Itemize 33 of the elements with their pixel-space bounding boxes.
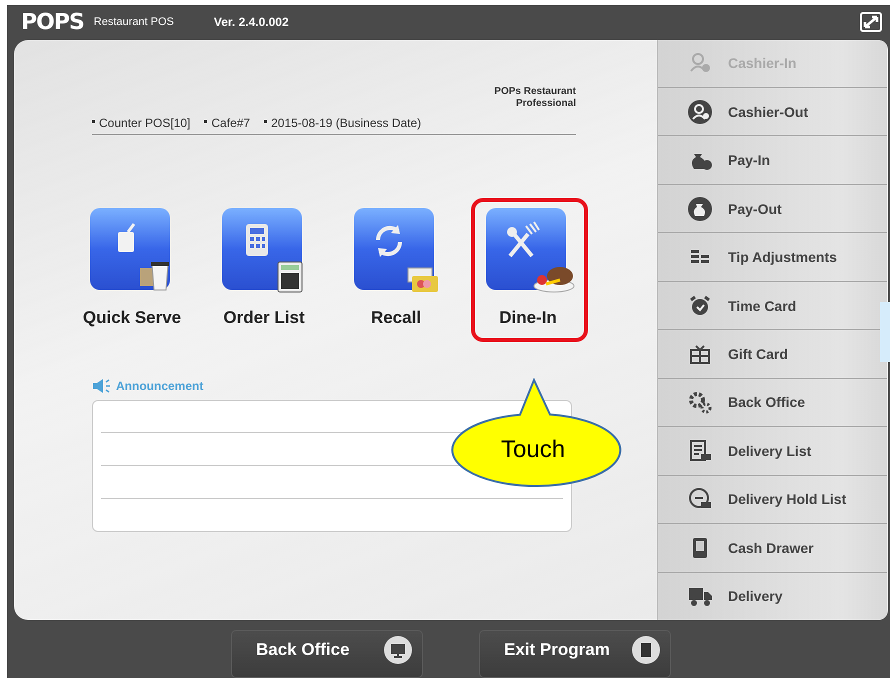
version-label: Ver. 2.4.0.002 xyxy=(214,15,289,30)
info-label: 2015-08-19 (Business Date) xyxy=(264,116,422,130)
menu-tile[interactable]: Recall xyxy=(330,206,462,328)
sidebar-item[interactable]: Cash Drawer xyxy=(658,524,887,573)
sidebar-item[interactable]: Delivery Hold List xyxy=(658,476,887,524)
edition-label: POPs Restaurant Professional xyxy=(493,86,576,110)
menu-tile[interactable]: Order List xyxy=(198,206,330,328)
sidebar-item[interactable]: Time Card xyxy=(658,282,887,330)
footer-button[interactable]: Back Office xyxy=(231,630,423,678)
sidebar-item[interactable]: Gift Card xyxy=(658,330,887,379)
sidebar-item[interactable]: Back Office xyxy=(658,378,887,428)
product-name: Restaurant POS xyxy=(94,16,174,28)
sidebar-item[interactable]: Pay-In xyxy=(658,136,887,185)
menu-icon xyxy=(686,196,714,221)
sidebar-item[interactable]: Cashier-Out xyxy=(658,88,887,136)
logo: POPS xyxy=(21,10,84,35)
menu-tile[interactable]: Dine-In xyxy=(462,206,594,328)
fullscreen-icon[interactable] xyxy=(860,12,882,32)
announcement-title: Announcement xyxy=(116,378,204,393)
info-label: Counter POS[10] xyxy=(92,116,190,130)
footer-button[interactable]: Exit Program xyxy=(479,630,671,678)
menu-icon xyxy=(686,390,714,414)
info-label: Cafe#7 xyxy=(204,116,250,130)
door-icon xyxy=(632,636,660,664)
menu-icon xyxy=(686,100,714,124)
callout-text: Touch xyxy=(501,436,566,464)
sidebar-item[interactable]: Tip Adjustments xyxy=(658,233,887,282)
sidebar-item[interactable]: Delivery List xyxy=(658,427,887,476)
scroll-indicator xyxy=(880,302,890,362)
menu-tile[interactable]: Quick Serve xyxy=(66,206,198,328)
speaker-icon xyxy=(92,378,112,394)
monitor-icon xyxy=(384,636,412,664)
sidebar-item[interactable]: Pay-Out xyxy=(658,184,887,234)
